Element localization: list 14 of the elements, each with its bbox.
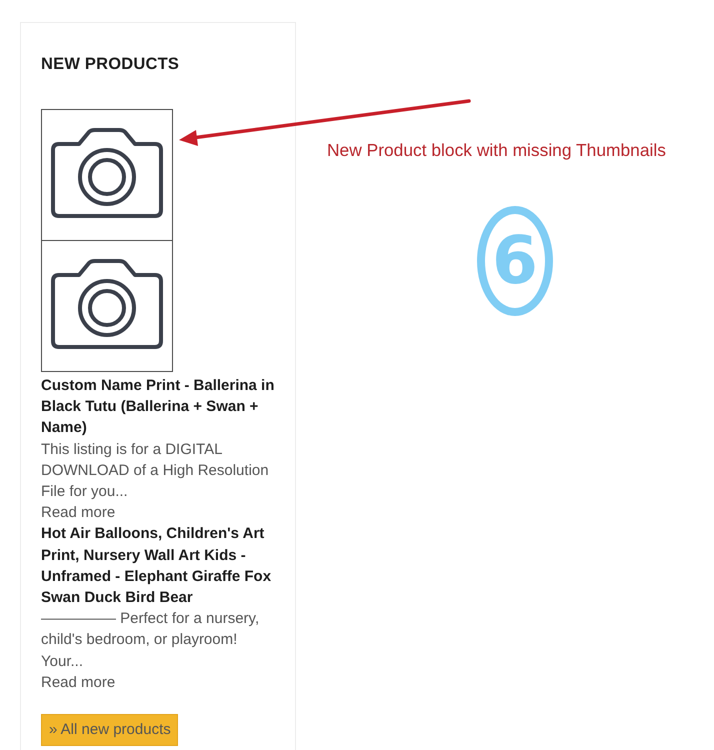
product-description: ————— Perfect for a nursery, child's bedroom, or playroom! Your... [41, 609, 260, 672]
circled-number: 6 [477, 206, 553, 316]
image-placeholder[interactable] [41, 109, 173, 241]
read-more-link[interactable]: Read more [41, 672, 116, 694]
annotation-text: New Product block with missing Thumbnails [327, 140, 666, 161]
camera-icon [49, 259, 165, 349]
read-more-link[interactable]: Read more [41, 502, 116, 524]
camera-icon [49, 128, 165, 218]
image-placeholder[interactable] [41, 241, 173, 372]
product-title[interactable]: Hot Air Balloons, Children's Art Print, Nursery Wall Art Kids - Unframed - Elephant Giraffe Fox Swan Duck Bird Bear [41, 523, 277, 608]
product-description: This listing is for a DIGITAL DOWNLOAD of a High Resolution File for you... [41, 440, 270, 502]
all-products-button[interactable]: » All new products [41, 714, 178, 746]
block-title: NEW PRODUCTS [41, 55, 180, 74]
product-title[interactable]: Custom Name Print - Ballerina in Black Tutu (Ballerina + Swan + Name) [41, 375, 277, 439]
